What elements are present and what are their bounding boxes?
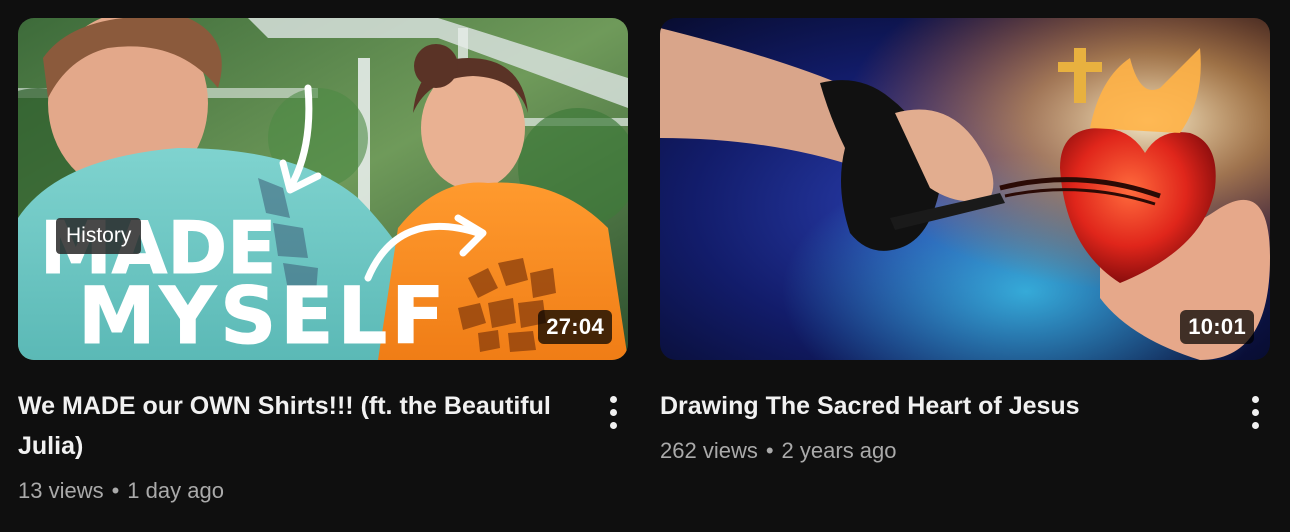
video-duration: 27:04 — [538, 310, 612, 344]
upload-age: 2 years ago — [781, 438, 897, 463]
video-thumbnail[interactable]: 10:01 — [660, 18, 1270, 360]
video-thumbnail[interactable]: MADE MYSELF History 27:04 — [18, 18, 628, 360]
thumbnail-text-myself: MYSELF — [78, 272, 449, 360]
video-meta: We MADE our OWN Shirts!!! (ft. the Beaut… — [18, 386, 628, 504]
upload-age: 1 day ago — [127, 478, 224, 503]
thumbnail-image — [660, 18, 1270, 360]
separator: • — [765, 438, 774, 463]
separator: • — [111, 478, 120, 503]
video-card[interactable]: 10:01 Drawing The Sacred Heart of Jesus … — [660, 18, 1270, 464]
video-card[interactable]: MADE MYSELF History 27:04 We MADE our OW… — [18, 18, 628, 504]
video-title[interactable]: We MADE our OWN Shirts!!! (ft. the Beaut… — [18, 386, 568, 466]
thumbnail-image: MADE MYSELF — [18, 18, 628, 360]
more-actions-icon[interactable] — [600, 394, 628, 434]
video-stats: 262 views • 2 years ago — [660, 438, 1210, 464]
video-stats: 13 views • 1 day ago — [18, 478, 568, 504]
view-count: 262 views — [660, 438, 758, 463]
video-title[interactable]: Drawing The Sacred Heart of Jesus — [660, 386, 1210, 426]
video-duration: 10:01 — [1180, 310, 1254, 344]
view-count: 13 views — [18, 478, 104, 503]
category-badge: History — [56, 218, 142, 254]
video-grid: MADE MYSELF History 27:04 We MADE our OW… — [0, 0, 1290, 532]
video-meta: Drawing The Sacred Heart of Jesus 262 vi… — [660, 386, 1270, 464]
more-actions-icon[interactable] — [1242, 394, 1270, 434]
